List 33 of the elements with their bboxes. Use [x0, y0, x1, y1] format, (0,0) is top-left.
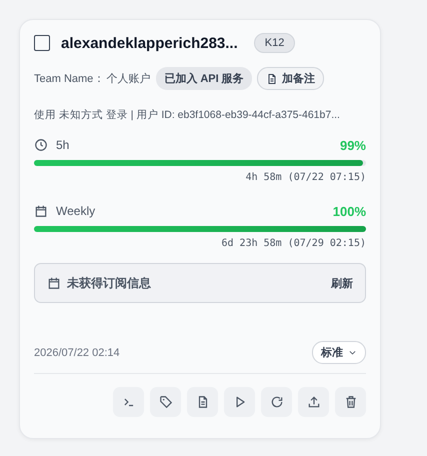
upload-button[interactable]	[298, 387, 329, 417]
checkbox[interactable]	[34, 35, 50, 51]
reset-time: 4h 58m (07/22 07:15)	[244, 172, 366, 183]
document-button[interactable]	[187, 387, 218, 417]
chevron-down-icon	[348, 348, 357, 357]
refresh-icon-button[interactable]	[261, 387, 292, 417]
usage-percent: 100%	[332, 204, 366, 218]
trash-icon	[344, 395, 358, 409]
refresh-icon	[270, 395, 284, 409]
mode-dropdown[interactable]: 标准	[312, 341, 366, 364]
calendar-icon	[34, 204, 48, 218]
team-name-value: 个人账户	[106, 72, 150, 86]
clock-icon	[34, 138, 48, 152]
refresh-button[interactable]: 刷新	[331, 276, 353, 290]
plan-badge: K12	[254, 33, 296, 53]
login-info: 使用 未知方式 登录 | 用户 ID: eb3f1068-eb39-44cf-a375-461b7...	[34, 108, 341, 122]
subscription-message: 未获得订阅信息	[67, 274, 151, 292]
team-name-label: Team Name：	[34, 72, 104, 86]
usage-percent: 99%	[340, 138, 366, 152]
account-email: alexandeklapperich283...	[61, 34, 238, 52]
document-icon	[266, 72, 278, 84]
tag-icon	[158, 395, 172, 409]
reset-time: 6d 23h 58m (07/29 02:15)	[220, 238, 366, 249]
usage-label: Weekly	[56, 204, 96, 218]
tag-button[interactable]	[150, 387, 181, 417]
usage-label: 5h	[56, 138, 70, 152]
api-badge: 已加入 API 服务	[156, 67, 252, 90]
play-button[interactable]	[224, 387, 255, 417]
timestamp: 2026/07/22 02:14	[34, 346, 120, 358]
calendar-icon	[47, 276, 61, 290]
delete-button[interactable]	[335, 387, 366, 417]
upload-icon	[306, 395, 320, 409]
add-note-button[interactable]: 加备注	[256, 67, 324, 90]
